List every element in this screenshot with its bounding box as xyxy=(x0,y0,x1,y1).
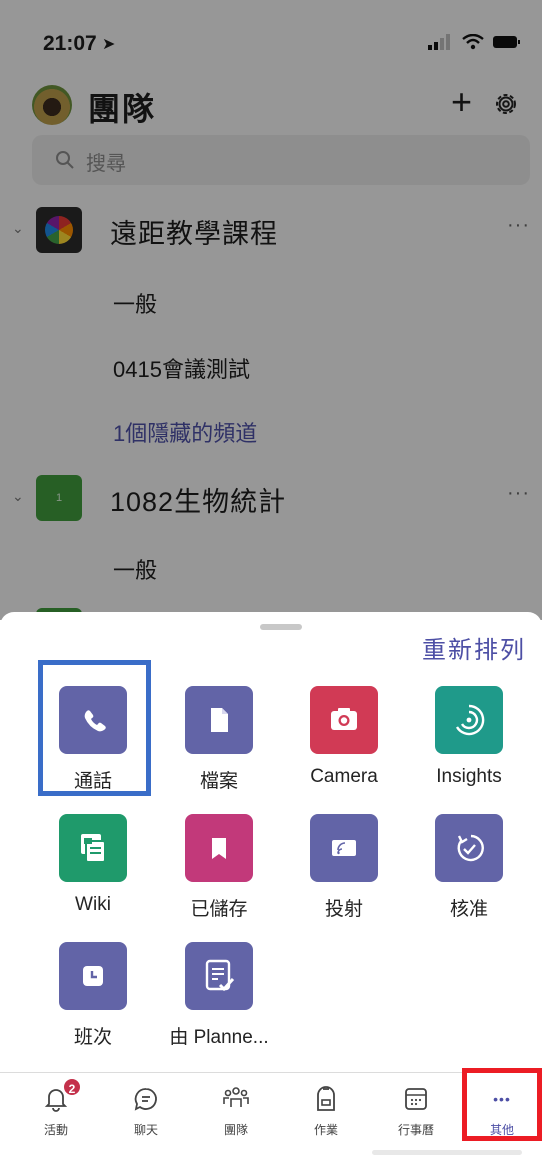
app-label: 投射 xyxy=(324,899,363,920)
app-tile-cast[interactable]: 投射 xyxy=(285,814,405,934)
tab-label: 活動 xyxy=(43,1123,68,1137)
planner-icon xyxy=(185,942,253,1010)
app-tile-planner[interactable]: 由 Planne... xyxy=(160,942,280,1062)
app-label: 班次 xyxy=(73,1027,112,1048)
tab-activity[interactable]: 2 活動 xyxy=(16,1077,96,1145)
app-label: 檔案 xyxy=(199,771,238,792)
calls-highlight-box xyxy=(38,660,151,796)
app-tile-insights[interactable]: Insights xyxy=(410,686,530,806)
teams-icon xyxy=(223,1087,249,1107)
tab-chat[interactable]: 聊天 xyxy=(106,1081,186,1145)
app-label: 核准 xyxy=(449,899,488,920)
app-tile-wiki[interactable]: Wiki xyxy=(34,814,154,934)
app-tile-camera[interactable]: Camera xyxy=(285,686,405,806)
app-tile-approvals[interactable]: 核准 xyxy=(410,814,530,934)
insights-icon xyxy=(435,686,503,754)
reorder-button[interactable]: 重新排列 xyxy=(422,630,526,665)
activity-badge: 2 xyxy=(62,1077,82,1097)
teams-screen: 21:07 ➤ 團隊 + 搜尋 ⌄ 遠距教學課程 ··· 一般 0415會議測試… xyxy=(0,0,542,620)
tab-assignments[interactable]: 作業 xyxy=(286,1081,366,1145)
tab-label: 作業 xyxy=(313,1123,338,1137)
dim-overlay[interactable] xyxy=(0,0,542,620)
more-tab-highlight-box xyxy=(462,1068,542,1141)
tab-label: 聊天 xyxy=(133,1123,158,1137)
calendar-icon xyxy=(405,1088,427,1110)
assignments-icon xyxy=(317,1086,335,1111)
bookmark-icon xyxy=(185,814,253,882)
app-label: 已儲存 xyxy=(190,899,248,920)
app-tile-files[interactable]: 檔案 xyxy=(160,686,280,806)
approvals-icon xyxy=(435,814,503,882)
app-label: 由 Planne... xyxy=(169,1027,269,1048)
tab-label: 團隊 xyxy=(223,1123,248,1137)
tab-label: 行事曆 xyxy=(397,1123,434,1137)
cast-icon xyxy=(310,814,378,882)
wiki-icon xyxy=(59,814,127,882)
app-tile-shifts[interactable]: 班次 xyxy=(34,942,154,1062)
app-label: Insights xyxy=(436,766,502,787)
tab-calendar[interactable]: 行事曆 xyxy=(376,1081,456,1145)
app-label: Camera xyxy=(310,766,378,787)
app-tile-saved[interactable]: 已儲存 xyxy=(160,814,280,934)
tab-teams[interactable]: 團隊 xyxy=(196,1081,276,1145)
camera-icon xyxy=(310,686,378,754)
app-label: Wiki xyxy=(75,894,111,915)
file-icon xyxy=(185,686,253,754)
home-indicator xyxy=(372,1150,522,1155)
shifts-clock-icon xyxy=(59,942,127,1010)
chat-icon xyxy=(134,1088,157,1111)
sheet-grabber[interactable] xyxy=(260,624,302,630)
